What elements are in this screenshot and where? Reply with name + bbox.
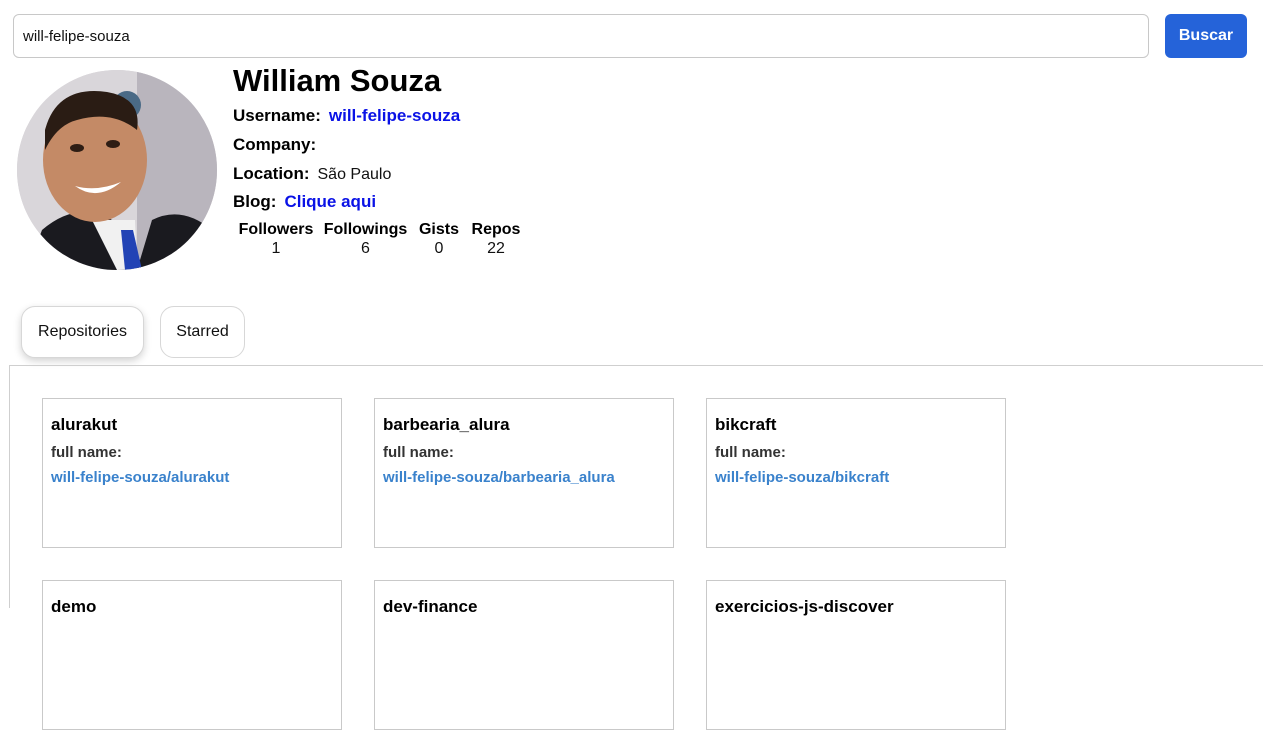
- repo-card[interactable]: barbearia_alura full name: will-felipe-s…: [374, 398, 674, 548]
- blog-row: Blog: Clique aqui: [233, 192, 376, 212]
- repo-card[interactable]: demo: [42, 580, 342, 730]
- tab-repositories[interactable]: Repositories: [21, 306, 144, 358]
- repo-name: alurakut: [51, 415, 118, 434]
- repo-card[interactable]: exercicios-js-discover: [706, 580, 1006, 730]
- company-label: Company:: [233, 135, 317, 154]
- repo-name: bikcraft: [715, 415, 777, 434]
- username-label: Username:: [233, 106, 321, 125]
- profile-name: William Souza: [233, 63, 442, 98]
- repositories-panel: alurakut full name: will-felipe-souza/al…: [9, 365, 1263, 730]
- stat-value: 22: [487, 240, 505, 257]
- search-input[interactable]: [13, 14, 1149, 58]
- tab-starred[interactable]: Starred: [160, 306, 245, 358]
- repo-full-name-label: full name:: [715, 444, 786, 461]
- username-link[interactable]: will-felipe-souza: [329, 106, 460, 125]
- repo-card[interactable]: bikcraft full name: will-felipe-souza/bi…: [706, 398, 1006, 548]
- repo-card[interactable]: dev-finance: [374, 580, 674, 730]
- location-value: São Paulo: [317, 166, 392, 183]
- repo-full-name-link[interactable]: will-felipe-souza/bikcraft: [715, 469, 997, 486]
- stat-label: Repos: [471, 221, 521, 238]
- stat-repos: Repos 22: [466, 221, 526, 258]
- repo-full-name-label: full name:: [383, 444, 454, 461]
- search-button[interactable]: Buscar: [1165, 14, 1247, 58]
- company-row: Company:: [233, 135, 324, 155]
- stat-value: 6: [361, 240, 370, 257]
- repo-name: exercicios-js-discover: [715, 597, 894, 616]
- repo-full-name-link[interactable]: will-felipe-souza/barbearia_alura: [383, 469, 665, 486]
- blog-link[interactable]: Clique aqui: [284, 192, 376, 211]
- repo-name: dev-finance: [383, 597, 478, 616]
- stat-value: 0: [434, 240, 444, 257]
- stat-gists: Gists 0: [412, 221, 466, 258]
- repo-full-name-label: full name:: [51, 444, 122, 461]
- stat-label: Followers: [238, 221, 314, 238]
- stat-value: 1: [271, 240, 281, 257]
- avatar-photo: [17, 70, 217, 270]
- stat-label: Followings: [323, 221, 408, 238]
- username-row: Username: will-felipe-souza: [233, 106, 460, 126]
- location-label: Location:: [233, 164, 310, 183]
- repo-name: barbearia_alura: [383, 415, 510, 434]
- stat-followers: Followers 1: [233, 221, 319, 258]
- blog-label: Blog:: [233, 192, 277, 211]
- repo-card[interactable]: alurakut full name: will-felipe-souza/al…: [42, 398, 342, 548]
- location-row: Location: São Paulo: [233, 164, 391, 184]
- avatar: [17, 70, 217, 270]
- stat-followings: Followings 6: [319, 221, 412, 258]
- repo-full-name-link[interactable]: will-felipe-souza/alurakut: [51, 469, 333, 486]
- repo-name: demo: [51, 597, 97, 616]
- stat-label: Gists: [418, 221, 459, 238]
- profile-stats: Followers 1 Followings 6 Gists 0 Repos 2…: [233, 221, 526, 258]
